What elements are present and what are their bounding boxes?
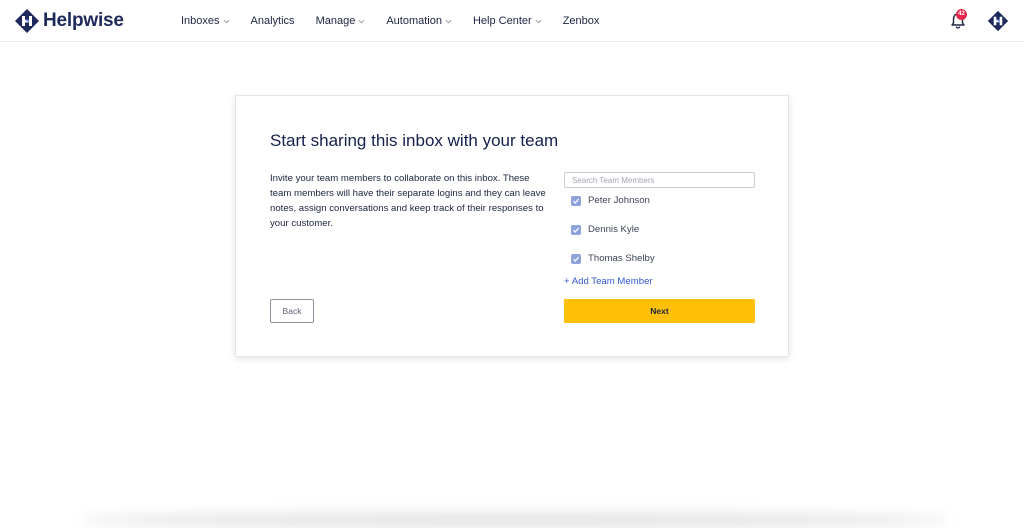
main-nav: Inboxes Analytics Manage Automation Help… <box>181 0 620 42</box>
add-team-member-link[interactable]: + Add Team Member <box>564 276 653 287</box>
chevron-down-icon <box>358 19 365 23</box>
nav-item-help-center[interactable]: Help Center <box>473 15 542 27</box>
chevron-down-icon <box>445 19 452 23</box>
bottom-shadow-divider <box>80 512 950 528</box>
card-description: Invite your team members to collaborate … <box>270 173 546 229</box>
team-member-item[interactable]: Dennis Kyle <box>571 224 639 235</box>
nav-item-label: Automation <box>386 15 442 27</box>
back-button[interactable]: Back <box>270 299 314 323</box>
chevron-down-icon <box>535 19 542 23</box>
card-title: Start sharing this inbox with your team <box>270 131 559 150</box>
brand-name: Helpwise <box>43 10 124 31</box>
notification-badge: 42 <box>956 9 967 20</box>
member-checkbox[interactable] <box>571 195 581 206</box>
top-navigation-bar: Helpwise Inboxes Analytics Manage Automa… <box>0 0 1024 42</box>
helpwise-logo-icon <box>15 9 39 33</box>
chevron-down-icon <box>223 19 229 23</box>
next-button[interactable]: Next <box>564 299 755 323</box>
member-checkbox[interactable] <box>571 253 581 264</box>
nav-item-label: Help Center <box>472 15 532 27</box>
nav-item-label: Inboxes <box>181 15 220 27</box>
nav-item-automation[interactable]: Automation <box>386 15 452 27</box>
member-name: Thomas Shelby <box>588 253 655 264</box>
share-inbox-card: Start sharing this inbox with your team … <box>235 95 789 357</box>
nav-item-manage[interactable]: Manage <box>316 15 366 27</box>
checkmark-icon <box>573 198 580 204</box>
nav-item-label: Manage <box>315 15 356 27</box>
nav-item-inboxes[interactable]: Inboxes <box>181 15 230 27</box>
member-name: Peter Johnson <box>588 195 650 206</box>
nav-item-label: Zenbox <box>562 15 600 27</box>
checkmark-icon <box>573 227 580 233</box>
team-member-item[interactable]: Thomas Shelby <box>571 253 655 264</box>
nav-item-analytics[interactable]: Analytics <box>251 15 295 27</box>
nav-item-zenbox[interactable]: Zenbox <box>563 15 600 27</box>
checkmark-icon <box>573 256 580 262</box>
member-checkbox[interactable] <box>571 224 581 235</box>
member-name: Dennis Kyle <box>588 224 640 235</box>
team-member-item[interactable]: Peter Johnson <box>571 195 650 206</box>
nav-item-label: Analytics <box>250 15 295 27</box>
brand-logo[interactable]: Helpwise <box>14 7 124 35</box>
search-team-members-input[interactable] <box>564 172 755 188</box>
avatar[interactable] <box>987 10 1009 32</box>
